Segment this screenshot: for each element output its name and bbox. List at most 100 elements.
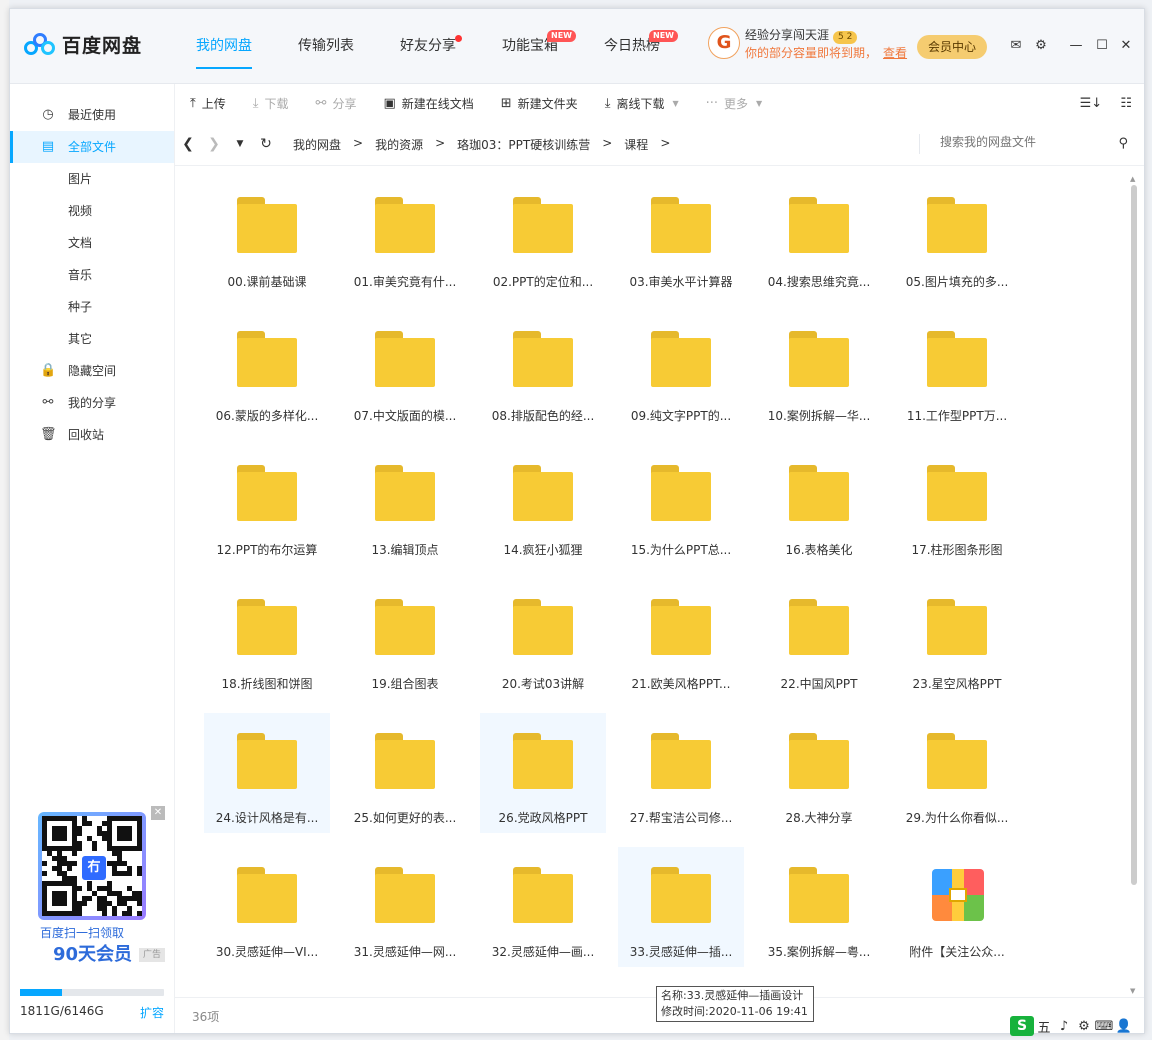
qr-module (77, 831, 82, 836)
folder-item[interactable]: 28.大神分享 (756, 713, 882, 833)
archive-item[interactable]: 附件【关注公众... (894, 847, 1020, 967)
folder-item[interactable]: 27.帮宝洁公司修... (618, 713, 744, 833)
vip-center-button[interactable]: 会员中心 (917, 35, 987, 59)
mail-icon[interactable]: ✉ (1007, 37, 1025, 55)
sidebar-item-1[interactable]: ▤ 全部文件 (10, 131, 174, 163)
folder-item[interactable]: 33.灵感延伸—插... (618, 847, 744, 967)
toolbar-button-4[interactable]: ⊞ 新建文件夹 (501, 95, 578, 112)
folder-item[interactable]: 06.蒙版的多样化... (204, 311, 330, 431)
sidebar-item-4[interactable]: 文档 (10, 227, 174, 259)
folder-item[interactable]: 10.案例拆解—华... (756, 311, 882, 431)
folder-item[interactable]: 26.党政风格PPT (480, 713, 606, 833)
folder-item[interactable]: 35.案例拆解—粤... (756, 847, 882, 967)
scrollbar[interactable]: ▲ ▼ (1129, 175, 1139, 995)
sidebar-item-6[interactable]: 种子 (10, 291, 174, 323)
folder-item[interactable]: 01.审美究竟有什... (342, 177, 468, 297)
folder-item[interactable]: 22.中国风PPT (756, 579, 882, 699)
folder-item[interactable]: 23.星空风格PPT (894, 579, 1020, 699)
tray-icon[interactable]: 👤 (1114, 1019, 1134, 1034)
sidebar-item-10[interactable]: 🗑 回收站 (10, 419, 174, 451)
folder-item[interactable]: 12.PPT的布尔运算 (204, 445, 330, 565)
breadcrumb-item[interactable]: 我的网盘 (293, 136, 341, 153)
avatar[interactable]: G (708, 27, 740, 59)
user-info[interactable]: G 经验分享闯天涯 5 2 你的部分容量即将到期， 查看 (708, 27, 907, 62)
breadcrumb-item[interactable]: 珞珈03：PPT硬核训练营 (457, 136, 590, 153)
minimize-icon[interactable]: — (1067, 37, 1085, 55)
folder-item[interactable]: 07.中文版面的模... (342, 311, 468, 431)
toolbar-button-6[interactable]: ··· 更多 ▼ (706, 95, 763, 112)
sort-icon[interactable]: ☰↓ (1080, 96, 1103, 111)
sidebar-item-0[interactable]: ◷ 最近使用 (10, 99, 174, 131)
nav-tab-3[interactable]: 功能宝箱 NEW (486, 9, 576, 83)
folder-item[interactable]: 18.折线图和饼图 (204, 579, 330, 699)
folder-item[interactable]: 31.灵感延伸—网... (342, 847, 468, 967)
folder-item[interactable]: 29.为什么你看似... (894, 713, 1020, 833)
nav-tab-0[interactable]: 我的网盘 (180, 9, 268, 83)
folder-icon (789, 331, 849, 387)
nav-tab-4[interactable]: 今日热榜 NEW (588, 9, 678, 83)
folder-item[interactable]: 15.为什么PPT总... (618, 445, 744, 565)
maximize-icon[interactable]: ☐ (1093, 37, 1111, 55)
list-view-icon[interactable]: ☷ (1120, 96, 1132, 111)
back-icon[interactable]: ❮ (175, 136, 201, 152)
forward-icon[interactable]: ❯ (201, 136, 227, 152)
folder-item[interactable]: 16.表格美化 (756, 445, 882, 565)
folder-item[interactable]: 32.灵感延伸—画... (480, 847, 606, 967)
folder-item[interactable]: 09.纯文字PPT的... (618, 311, 744, 431)
file-name: 26.党政风格PPT (498, 811, 588, 825)
toolbar-button-5[interactable]: ⤓ 离线下载 ▼ (605, 95, 679, 112)
search-input[interactable] (938, 134, 1102, 150)
folder-item[interactable]: 21.欧美风格PPT... (618, 579, 744, 699)
folder-item[interactable]: 30.灵感延伸—VI... (204, 847, 330, 967)
app-logo[interactable]: 百度网盘 (24, 31, 142, 58)
tray-icon[interactable]: ♪ (1054, 1019, 1074, 1034)
folder-item[interactable]: 25.如何更好的表... (342, 713, 468, 833)
scrollbar-thumb[interactable] (1131, 185, 1137, 885)
history-dropdown-icon[interactable]: ▼ (227, 139, 253, 149)
qr-ad[interactable]: 冇 ✕ 百度扫一扫领取 90天会员 广告 (20, 806, 165, 968)
folder-item[interactable]: 04.搜索思维究竟... (756, 177, 882, 297)
folder-item[interactable]: 24.设计风格是有... (204, 713, 330, 833)
tray-icon[interactable]: ⌨ (1094, 1019, 1114, 1034)
gear-icon[interactable]: ⚙ (1032, 37, 1050, 55)
sidebar-item-8[interactable]: 🔒 隐藏空间 (10, 355, 174, 387)
folder-item[interactable]: 20.考试03讲解 (480, 579, 606, 699)
folder-icon (375, 465, 435, 521)
expand-capacity-link[interactable]: 扩容 (140, 1004, 164, 1021)
folder-icon (513, 465, 573, 521)
sidebar-item-5[interactable]: 音乐 (10, 259, 174, 291)
folder-item[interactable]: 03.审美水平计算器 (618, 177, 744, 297)
breadcrumb-item[interactable]: 课程 (624, 136, 648, 153)
nav-tab-1[interactable]: 传输列表 (282, 9, 370, 83)
ad-close-icon[interactable]: ✕ (151, 806, 165, 820)
capacity-check-link[interactable]: 查看 (883, 46, 907, 60)
folder-item[interactable]: 08.排版配色的经... (480, 311, 606, 431)
search-icon[interactable]: ⚲ (1118, 136, 1128, 151)
breadcrumb-item[interactable]: 我的资源 (375, 136, 423, 153)
sidebar-item-3[interactable]: 视频 (10, 195, 174, 227)
folder-item[interactable]: 02.PPT的定位和... (480, 177, 606, 297)
ad-line1: 百度扫一扫领取 (40, 926, 125, 940)
toolbar-button-3[interactable]: ▣ 新建在线文档 (383, 95, 473, 112)
ime-icon[interactable]: S (1010, 1016, 1034, 1036)
folder-item[interactable]: 11.工作型PPT万... (894, 311, 1020, 431)
toolbar-button-1[interactable]: ⤓ 下载 (253, 95, 289, 112)
tray-icon[interactable]: 五 (1034, 1017, 1054, 1036)
refresh-icon[interactable]: ↻ (253, 136, 279, 152)
folder-item[interactable]: 13.编辑顶点 (342, 445, 468, 565)
tray-icon[interactable]: ⚙ (1074, 1019, 1094, 1034)
folder-item[interactable]: 05.图片填充的多... (894, 177, 1020, 297)
sidebar-item-2[interactable]: 图片 (10, 163, 174, 195)
toolbar-button-0[interactable]: ⤒ 上传 (190, 95, 226, 112)
folder-item[interactable]: 19.组合图表 (342, 579, 468, 699)
toolbar-button-2[interactable]: ⚯ 分享 (316, 95, 357, 112)
folder-item[interactable]: 17.柱形图条形图 (894, 445, 1020, 565)
folder-item[interactable]: 14.疯狂小狐狸 (480, 445, 606, 565)
qr-module (77, 911, 82, 916)
folder-icon (789, 197, 849, 253)
close-icon[interactable]: ✕ (1117, 37, 1135, 55)
nav-tab-2[interactable]: 好友分享 (384, 9, 472, 83)
sidebar-item-7[interactable]: 其它 (10, 323, 174, 355)
folder-item[interactable]: 00.课前基础课 (204, 177, 330, 297)
sidebar-item-9[interactable]: ⚯ 我的分享 (10, 387, 174, 419)
